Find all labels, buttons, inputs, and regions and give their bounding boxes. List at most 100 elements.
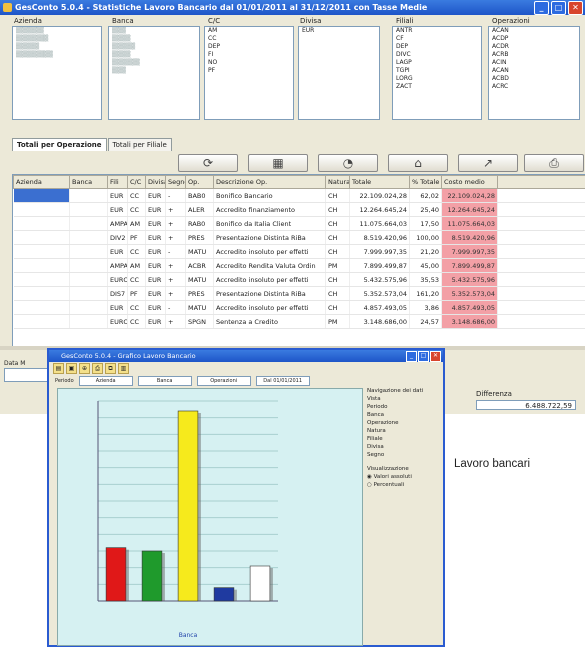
cc-item[interactable]: FI	[205, 51, 293, 59]
filiale-item[interactable]: LORG	[393, 75, 481, 83]
close-button[interactable]: ✕	[568, 1, 583, 15]
column-header[interactable]: % Totale	[409, 175, 442, 189]
option-item[interactable]: Operazione	[367, 420, 441, 426]
column-header[interactable]: Costo medio	[441, 175, 498, 189]
table-row[interactable]: EURO CC EUR + MATU Accredito insoluto per eff…	[13, 272, 585, 287]
column-header[interactable]: Divisa	[145, 175, 166, 189]
filiale-item[interactable]: ZACT	[393, 83, 481, 91]
zoom-icon[interactable]: ⊕	[79, 363, 90, 374]
table-row[interactable]: EURO CC EUR + SPGN Sentenza a Credito PM 3.148.…	[13, 314, 585, 329]
table-row[interactable]: AMPA AM EUR + ACBR Accredito Rendita Valuta O…	[13, 258, 585, 273]
close-button[interactable]: ✕	[430, 351, 441, 362]
column-header[interactable]: Segno	[165, 175, 186, 189]
side-field[interactable]	[4, 368, 48, 382]
table-cell: MATU	[185, 300, 214, 315]
maximize-button[interactable]: □	[551, 1, 566, 15]
filiale-item[interactable]: LAGP	[393, 59, 481, 67]
operazioni-field[interactable]: Operazioni	[196, 376, 251, 386]
filiale-item[interactable]: CF	[393, 35, 481, 43]
divisa-list[interactable]: EUR	[298, 26, 380, 120]
banca-field[interactable]: Banca	[137, 376, 192, 386]
radio-percentuali[interactable]: ○ Percentuali	[367, 482, 441, 488]
home-icon[interactable]: ⌂	[388, 154, 448, 172]
cc-list[interactable]: AM CC DEP FI NO PF	[204, 26, 294, 120]
print-icon[interactable]: ⎙	[524, 154, 584, 172]
azienda-list[interactable]: ▒▒▒▒▒▒ ▒▒▒▒▒▒▒ ▒▒▒▒▒ ▒▒▒▒▒▒▒▒	[12, 26, 102, 120]
grid-icon[interactable]: ▦	[248, 154, 308, 172]
filiale-item[interactable]: ANTR	[393, 27, 481, 35]
chart-title-bar: GesConto 5.0.4 - Grafico Lavoro Bancario…	[49, 350, 443, 362]
chart-icon[interactable]: ◔	[318, 154, 378, 172]
cc-item[interactable]: CC	[205, 35, 293, 43]
filiale-item[interactable]: DIVC	[393, 51, 481, 59]
refresh-icon[interactable]: ⟳	[178, 154, 238, 172]
open-icon[interactable]: ▤	[53, 363, 64, 374]
minimize-button[interactable]: _	[534, 1, 549, 15]
divisa-label: Divisa	[300, 17, 322, 25]
option-item[interactable]: Banca	[367, 412, 441, 418]
operazione-item[interactable]: ACRB	[489, 51, 579, 59]
operazione-item[interactable]: ACRC	[489, 83, 579, 91]
banca-list[interactable]: ▒▒▒ ▒▒▒▒ ▒▒▒▒▒ ▒▒▒▒ ▒▒▒▒▒▒ ▒▒▒	[108, 26, 200, 120]
column-header[interactable]: Descrizione Op.	[213, 175, 326, 189]
copy-icon[interactable]: ⧉	[105, 363, 116, 374]
filiale-item[interactable]: TGPI	[393, 67, 481, 75]
table-cell: ALER	[185, 202, 214, 217]
column-header[interactable]: Azienda	[13, 175, 70, 189]
table-row[interactable]: EUR CC EUR + ALER Accredito finanziamento CH 12…	[13, 202, 585, 217]
table-row[interactable]: EUR CC EUR - MATU Accredito insoluto per effe…	[13, 300, 585, 315]
column-header[interactable]: Banca	[69, 175, 108, 189]
cc-item[interactable]: PF	[205, 67, 293, 75]
export-icon[interactable]: ↗	[458, 154, 518, 172]
option-item[interactable]: Periodo	[367, 404, 441, 410]
column-header[interactable]: Fili	[107, 175, 128, 189]
option-item[interactable]: Filiale	[367, 436, 441, 442]
option-item[interactable]: Natura	[367, 428, 441, 434]
table-row[interactable]: EUR CC EUR - MATU Accredito insoluto per effe…	[13, 244, 585, 259]
column-header[interactable]: Op.	[185, 175, 214, 189]
option-item[interactable]: Segno	[367, 452, 441, 458]
table-cell: Accredito finanziamento	[213, 202, 326, 217]
cc-item[interactable]: DEP	[205, 43, 293, 51]
table-cell: 24,57	[409, 314, 442, 329]
table-cell	[69, 216, 108, 231]
table-cell: CH	[325, 300, 350, 315]
tab-totali-filiale[interactable]: Totali per Filiale	[107, 138, 172, 151]
table-row[interactable]: DIS7 PF EUR + PRES Presentazione Distinta RiB…	[13, 286, 585, 301]
column-header[interactable]: Totale	[349, 175, 410, 189]
table-cell: BAB0	[185, 188, 214, 203]
option-item[interactable]: Vista	[367, 396, 441, 402]
operazioni-list[interactable]: ACAN ACDP ACDR ACRB ACIN ACAN ACBD ACRC	[488, 26, 580, 120]
cc-item[interactable]: NO	[205, 59, 293, 67]
option-item[interactable]: Divisa	[367, 444, 441, 450]
azienda-field[interactable]: Azienda	[78, 376, 133, 386]
chart-type-icon[interactable]: ▥	[118, 363, 129, 374]
operazione-item[interactable]: ACIN	[489, 59, 579, 67]
table-row[interactable]: AMPA AM EUR + RAB0 Bonifico da Italia Client C…	[13, 216, 585, 231]
filiale-item[interactable]: DEP	[393, 43, 481, 51]
operazione-item[interactable]: ACDP	[489, 35, 579, 43]
window-title: GesConto 5.0.4 - Statistiche Lavoro Banc…	[15, 3, 428, 12]
date-field[interactable]: Dal 01/01/2011	[255, 376, 310, 386]
table-cell: +	[165, 202, 186, 217]
radio-valori[interactable]: ◉ Valori assoluti	[367, 474, 441, 480]
operazione-item[interactable]: ACBD	[489, 75, 579, 83]
column-header[interactable]: Natura	[325, 175, 350, 189]
print-icon[interactable]: ⎙	[92, 363, 103, 374]
save-icon[interactable]: ▣	[66, 363, 77, 374]
operazione-item[interactable]: ACAN	[489, 27, 579, 35]
filiali-list[interactable]: ANTR CF DEP DIVC LAGP TGPI LORG ZACT	[392, 26, 482, 120]
table-row[interactable]: EUR CC EUR - BAB0 Bonifico Bancario CH 22.109.0…	[13, 188, 585, 203]
toolbar: ⟳ ▦ ◔ ⌂ ↗ ⎙	[12, 152, 585, 172]
operazione-item[interactable]: ACAN	[489, 67, 579, 75]
data-grid[interactable]: Azienda Banca Fili C/C Divisa Segno Op. …	[12, 174, 585, 348]
cc-item[interactable]: AM	[205, 27, 293, 35]
table-cell: 3,86	[409, 300, 442, 315]
table-row[interactable]: DIV2 PF EUR + PRES Presentazione Distinta RiB…	[13, 230, 585, 245]
maximize-button[interactable]: □	[418, 351, 429, 362]
minimize-button[interactable]: _	[406, 351, 417, 362]
tab-totali-operazione[interactable]: Totali per Operazione	[12, 138, 107, 151]
divisa-item[interactable]: EUR	[299, 27, 379, 35]
operazione-item[interactable]: ACDR	[489, 43, 579, 51]
column-header[interactable]: C/C	[127, 175, 146, 189]
